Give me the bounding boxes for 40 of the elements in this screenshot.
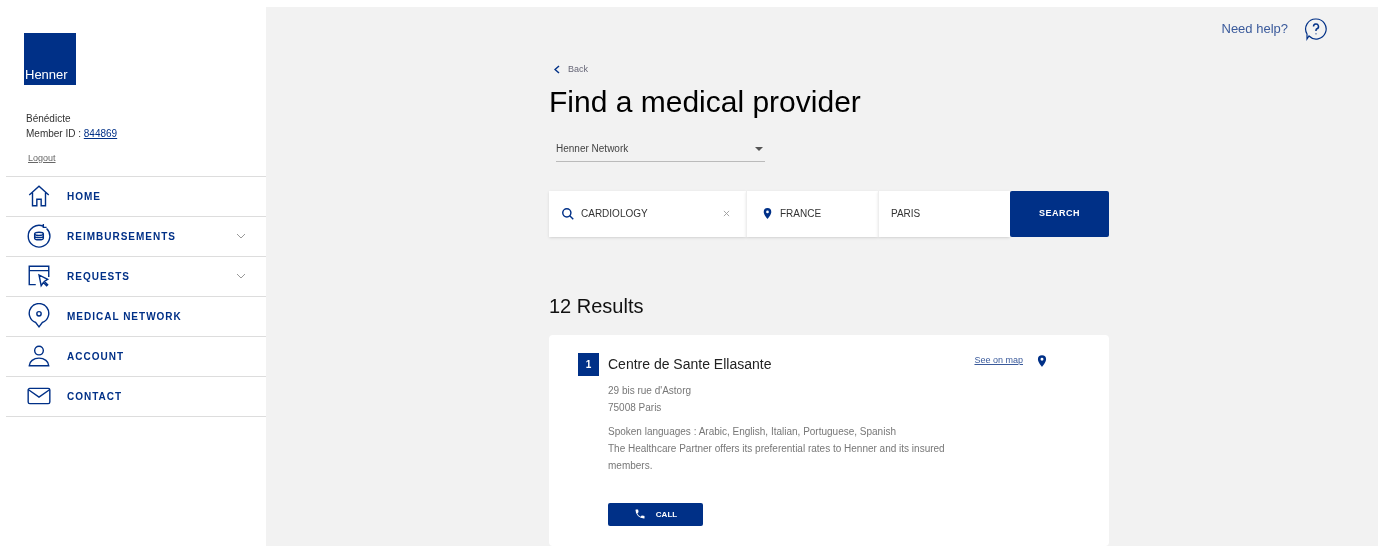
- provider-name: Centre de Sante Ellasante: [608, 354, 773, 374]
- city-field[interactable]: PARIS: [878, 190, 1010, 237]
- call-button[interactable]: CALL: [608, 502, 703, 526]
- user-icon: [26, 343, 52, 369]
- user-name: Bénédicte: [26, 112, 72, 126]
- location-pin-icon: [26, 303, 52, 329]
- henner-logo: Henner: [24, 33, 76, 85]
- help-chat-icon: [1304, 17, 1328, 41]
- country-field[interactable]: FRANCE: [746, 190, 878, 237]
- search-icon: [561, 206, 575, 221]
- coins-refresh-icon: [26, 223, 52, 249]
- logout-link[interactable]: Logout: [28, 152, 56, 166]
- nav-item[interactable]: MEDICAL NETWORK: [6, 296, 266, 337]
- address-line: 75008 Paris: [608, 400, 663, 415]
- location-pin-icon: [761, 207, 774, 220]
- page-title: Find a medical provider: [549, 83, 862, 120]
- clear-icon[interactable]: [723, 210, 730, 217]
- provider-note: The Healthcare Partner offers its preferential rates to Henner and its insured members.: [608, 441, 946, 473]
- dropdown-caret-icon: [755, 146, 763, 151]
- see-on-map-link[interactable]: See on map: [974, 354, 1023, 368]
- window-cursor-icon: [26, 263, 52, 289]
- member-id-link[interactable]: 844869: [83, 126, 118, 141]
- result-number: 1: [578, 352, 599, 376]
- spoken-languages: Spoken languages : Arabic, English, Italian, Portuguese, Spanish: [608, 424, 897, 439]
- network-select[interactable]: Henner Network: [556, 136, 765, 162]
- location-pin-icon: [1035, 354, 1049, 368]
- home-icon: [26, 183, 52, 209]
- address-line: 29 bis rue d'Astorg: [608, 383, 693, 398]
- back-link[interactable]: Back: [554, 63, 1109, 77]
- nav-item[interactable]: CONTACT: [6, 376, 266, 417]
- specialty-field[interactable]: CARDIOLOGY: [549, 190, 746, 237]
- member-id-label: Member ID :: [26, 127, 82, 141]
- nav-item[interactable]: REIMBURSEMENTS: [6, 216, 266, 257]
- chevron-left-icon: [554, 65, 560, 75]
- nav-item[interactable]: REQUESTS: [6, 256, 266, 297]
- results-count: 12 Results: [549, 293, 645, 319]
- nav-item[interactable]: HOME: [6, 176, 266, 217]
- phone-icon: [633, 508, 646, 520]
- need-help-link[interactable]: Need help?: [1221, 19, 1288, 39]
- search-button[interactable]: SEARCH: [1010, 190, 1109, 237]
